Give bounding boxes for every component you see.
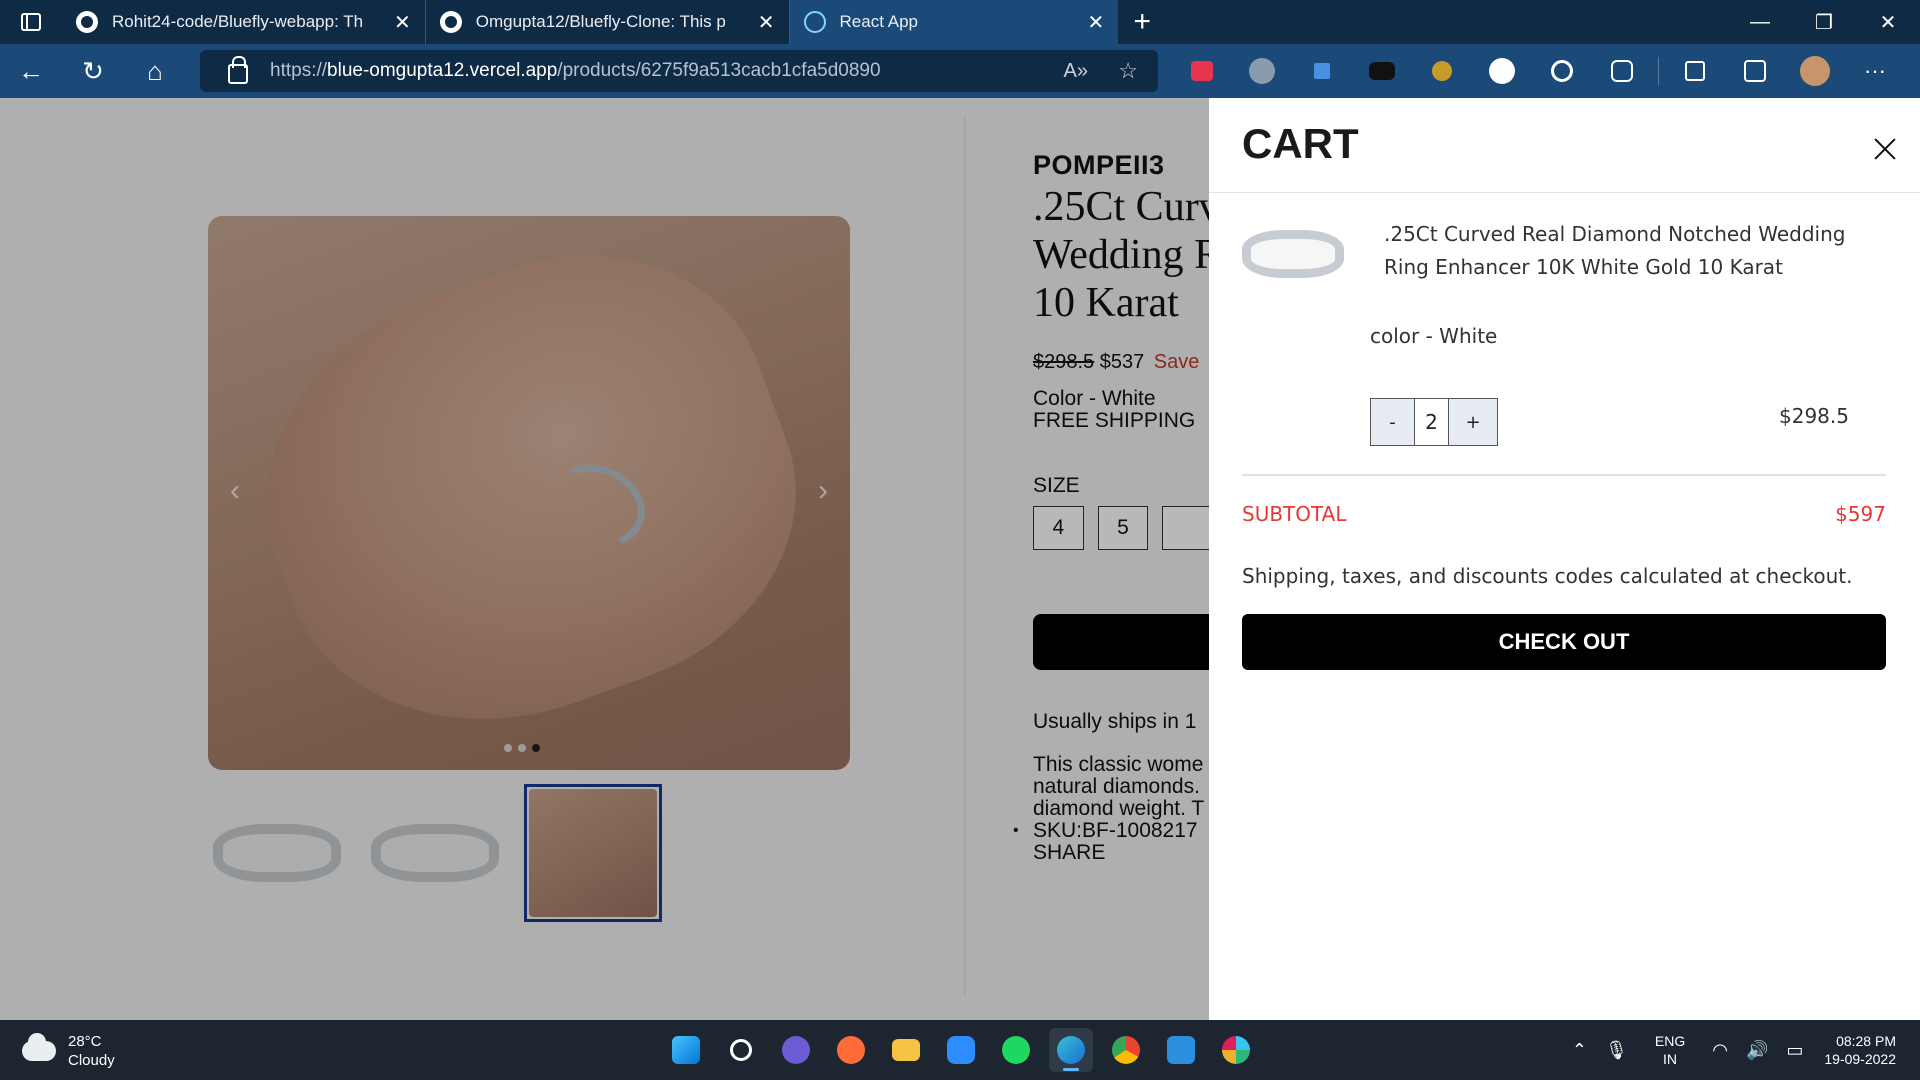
- favorites-icon[interactable]: [1665, 44, 1725, 98]
- language-indicator[interactable]: ENG IN: [1655, 1032, 1685, 1068]
- pocket-extension-icon[interactable]: [1172, 44, 1232, 98]
- quantity-value: 2: [1415, 399, 1449, 445]
- checkout-button[interactable]: CHECK OUT: [1242, 614, 1886, 670]
- browser-tab-active[interactable]: React App ✕: [789, 0, 1119, 44]
- cart-item-price: $298.5: [1779, 404, 1849, 428]
- browser-tab[interactable]: Rohit24-code/Bluefly-webapp: Th ✕: [62, 0, 426, 44]
- tab-title: Omgupta12/Bluefly-Clone: This p: [475, 12, 726, 31]
- microphone-icon[interactable]: 🎙: [1605, 1040, 1628, 1061]
- tab-title: React App: [839, 12, 918, 31]
- minimize-icon[interactable]: —: [1728, 0, 1792, 44]
- lock-icon[interactable]: [228, 56, 248, 84]
- weather-widget[interactable]: 28°C Cloudy: [22, 1032, 115, 1070]
- browser-toolbar: ← ↻ ⌂ https://blue-omgupta12.vercel.app/…: [0, 44, 1920, 98]
- tab-actions-icon[interactable]: [0, 0, 62, 44]
- graduation-cap-extension-icon[interactable]: [1352, 44, 1412, 98]
- home-icon[interactable]: ⌂: [124, 44, 186, 98]
- close-tab-icon[interactable]: ✕: [1088, 10, 1105, 35]
- back-icon[interactable]: ←: [0, 44, 62, 98]
- chevron-up-icon[interactable]: ⌃: [1572, 1040, 1587, 1061]
- zoom-icon[interactable]: [939, 1028, 983, 1072]
- system-tray: ⌃ 🎙 ENG IN ◠ 🔊 ▭ 08:28 PM 19-09-2022: [1563, 1020, 1920, 1080]
- cart-header: CART: [1209, 98, 1920, 193]
- restore-icon[interactable]: ❐: [1792, 0, 1856, 44]
- github-icon: [76, 11, 98, 33]
- clock[interactable]: 08:28 PM 19-09-2022: [1824, 1032, 1896, 1068]
- cart-title: CART: [1242, 120, 1359, 167]
- chrome-icon[interactable]: [1104, 1028, 1148, 1072]
- cart-item-image: [1242, 222, 1348, 290]
- vscode-icon[interactable]: [1159, 1028, 1203, 1072]
- close-tab-icon[interactable]: ✕: [394, 10, 411, 35]
- subtotal-label: SUBTOTAL: [1242, 502, 1347, 526]
- temperature: 28°C: [68, 1033, 102, 1050]
- slack-icon[interactable]: [1214, 1028, 1258, 1072]
- collections-icon[interactable]: [1725, 44, 1785, 98]
- url-text[interactable]: https://blue-omgupta12.vercel.app/produc…: [270, 60, 881, 82]
- refresh-icon[interactable]: ↻: [62, 44, 124, 98]
- quantity-decrease-button[interactable]: -: [1371, 399, 1415, 445]
- cart-divider: [1242, 474, 1886, 476]
- color-picker-extension-icon[interactable]: [1292, 44, 1352, 98]
- quantity-increase-button[interactable]: +: [1449, 399, 1497, 445]
- browser-tab-strip: Rohit24-code/Bluefly-webapp: Th ✕ Omgupt…: [0, 0, 1920, 44]
- profile-avatar[interactable]: [1785, 44, 1845, 98]
- edge-icon[interactable]: [1049, 1028, 1093, 1072]
- react-icon: [803, 11, 826, 33]
- window-controls: — ❐ ✕: [1728, 0, 1920, 44]
- subtotal-value: $597: [1835, 502, 1886, 526]
- close-icon[interactable]: [1871, 136, 1899, 164]
- cart-drawer: CART .25Ct Curved Real Diamond Notched W…: [1209, 98, 1920, 1020]
- close-tab-icon[interactable]: ✕: [758, 10, 775, 35]
- wifi-icon[interactable]: ◠: [1712, 1040, 1728, 1061]
- read-aloud-icon[interactable]: A»: [1064, 60, 1088, 83]
- windows-taskbar: 28°C Cloudy ⌃ 🎙 ENG IN ◠ 🔊 ▭ 08:28 PM 19…: [0, 1020, 1920, 1080]
- battery-icon[interactable]: ▭: [1786, 1040, 1803, 1061]
- address-bar[interactable]: https://blue-omgupta12.vercel.app/produc…: [200, 50, 1158, 92]
- browser-tab[interactable]: Omgupta12/Bluefly-Clone: This p ✕: [426, 0, 790, 44]
- extensions-icon[interactable]: [1592, 44, 1652, 98]
- target-extension-icon[interactable]: [1532, 44, 1592, 98]
- spotify-icon[interactable]: [994, 1028, 1038, 1072]
- start-icon[interactable]: [664, 1028, 708, 1072]
- extensions-bar: ···: [1172, 44, 1905, 98]
- search-icon[interactable]: [719, 1028, 763, 1072]
- github-icon: [439, 11, 462, 33]
- taskbar-apps: [664, 1028, 1258, 1072]
- volume-icon[interactable]: 🔊: [1746, 1040, 1768, 1061]
- settings-more-icon[interactable]: ···: [1845, 44, 1905, 98]
- cloud-icon: [22, 1033, 56, 1061]
- new-tab-button[interactable]: +: [1118, 0, 1166, 44]
- tab-title: Rohit24-code/Bluefly-webapp: Th: [112, 12, 364, 31]
- cart-item-name: .25Ct Curved Real Diamond Notched Weddin…: [1384, 222, 1846, 279]
- bug-extension-icon[interactable]: [1412, 44, 1472, 98]
- meet-icon[interactable]: [774, 1028, 818, 1072]
- postman-icon[interactable]: [829, 1028, 873, 1072]
- grammarly-extension-icon[interactable]: [1232, 44, 1292, 98]
- checkout-note: Shipping, taxes, and discounts codes cal…: [1242, 564, 1853, 588]
- cart-item-color: color - White: [1370, 324, 1498, 348]
- quantity-stepper: - 2 +: [1370, 398, 1498, 446]
- add-favorite-icon[interactable]: ☆: [1118, 58, 1138, 84]
- close-window-icon[interactable]: ✕: [1856, 0, 1920, 44]
- code-extension-icon[interactable]: [1472, 44, 1532, 98]
- toolbar-separator: [1658, 57, 1659, 85]
- weather-condition: Cloudy: [68, 1052, 115, 1069]
- file-explorer-icon[interactable]: [884, 1028, 928, 1072]
